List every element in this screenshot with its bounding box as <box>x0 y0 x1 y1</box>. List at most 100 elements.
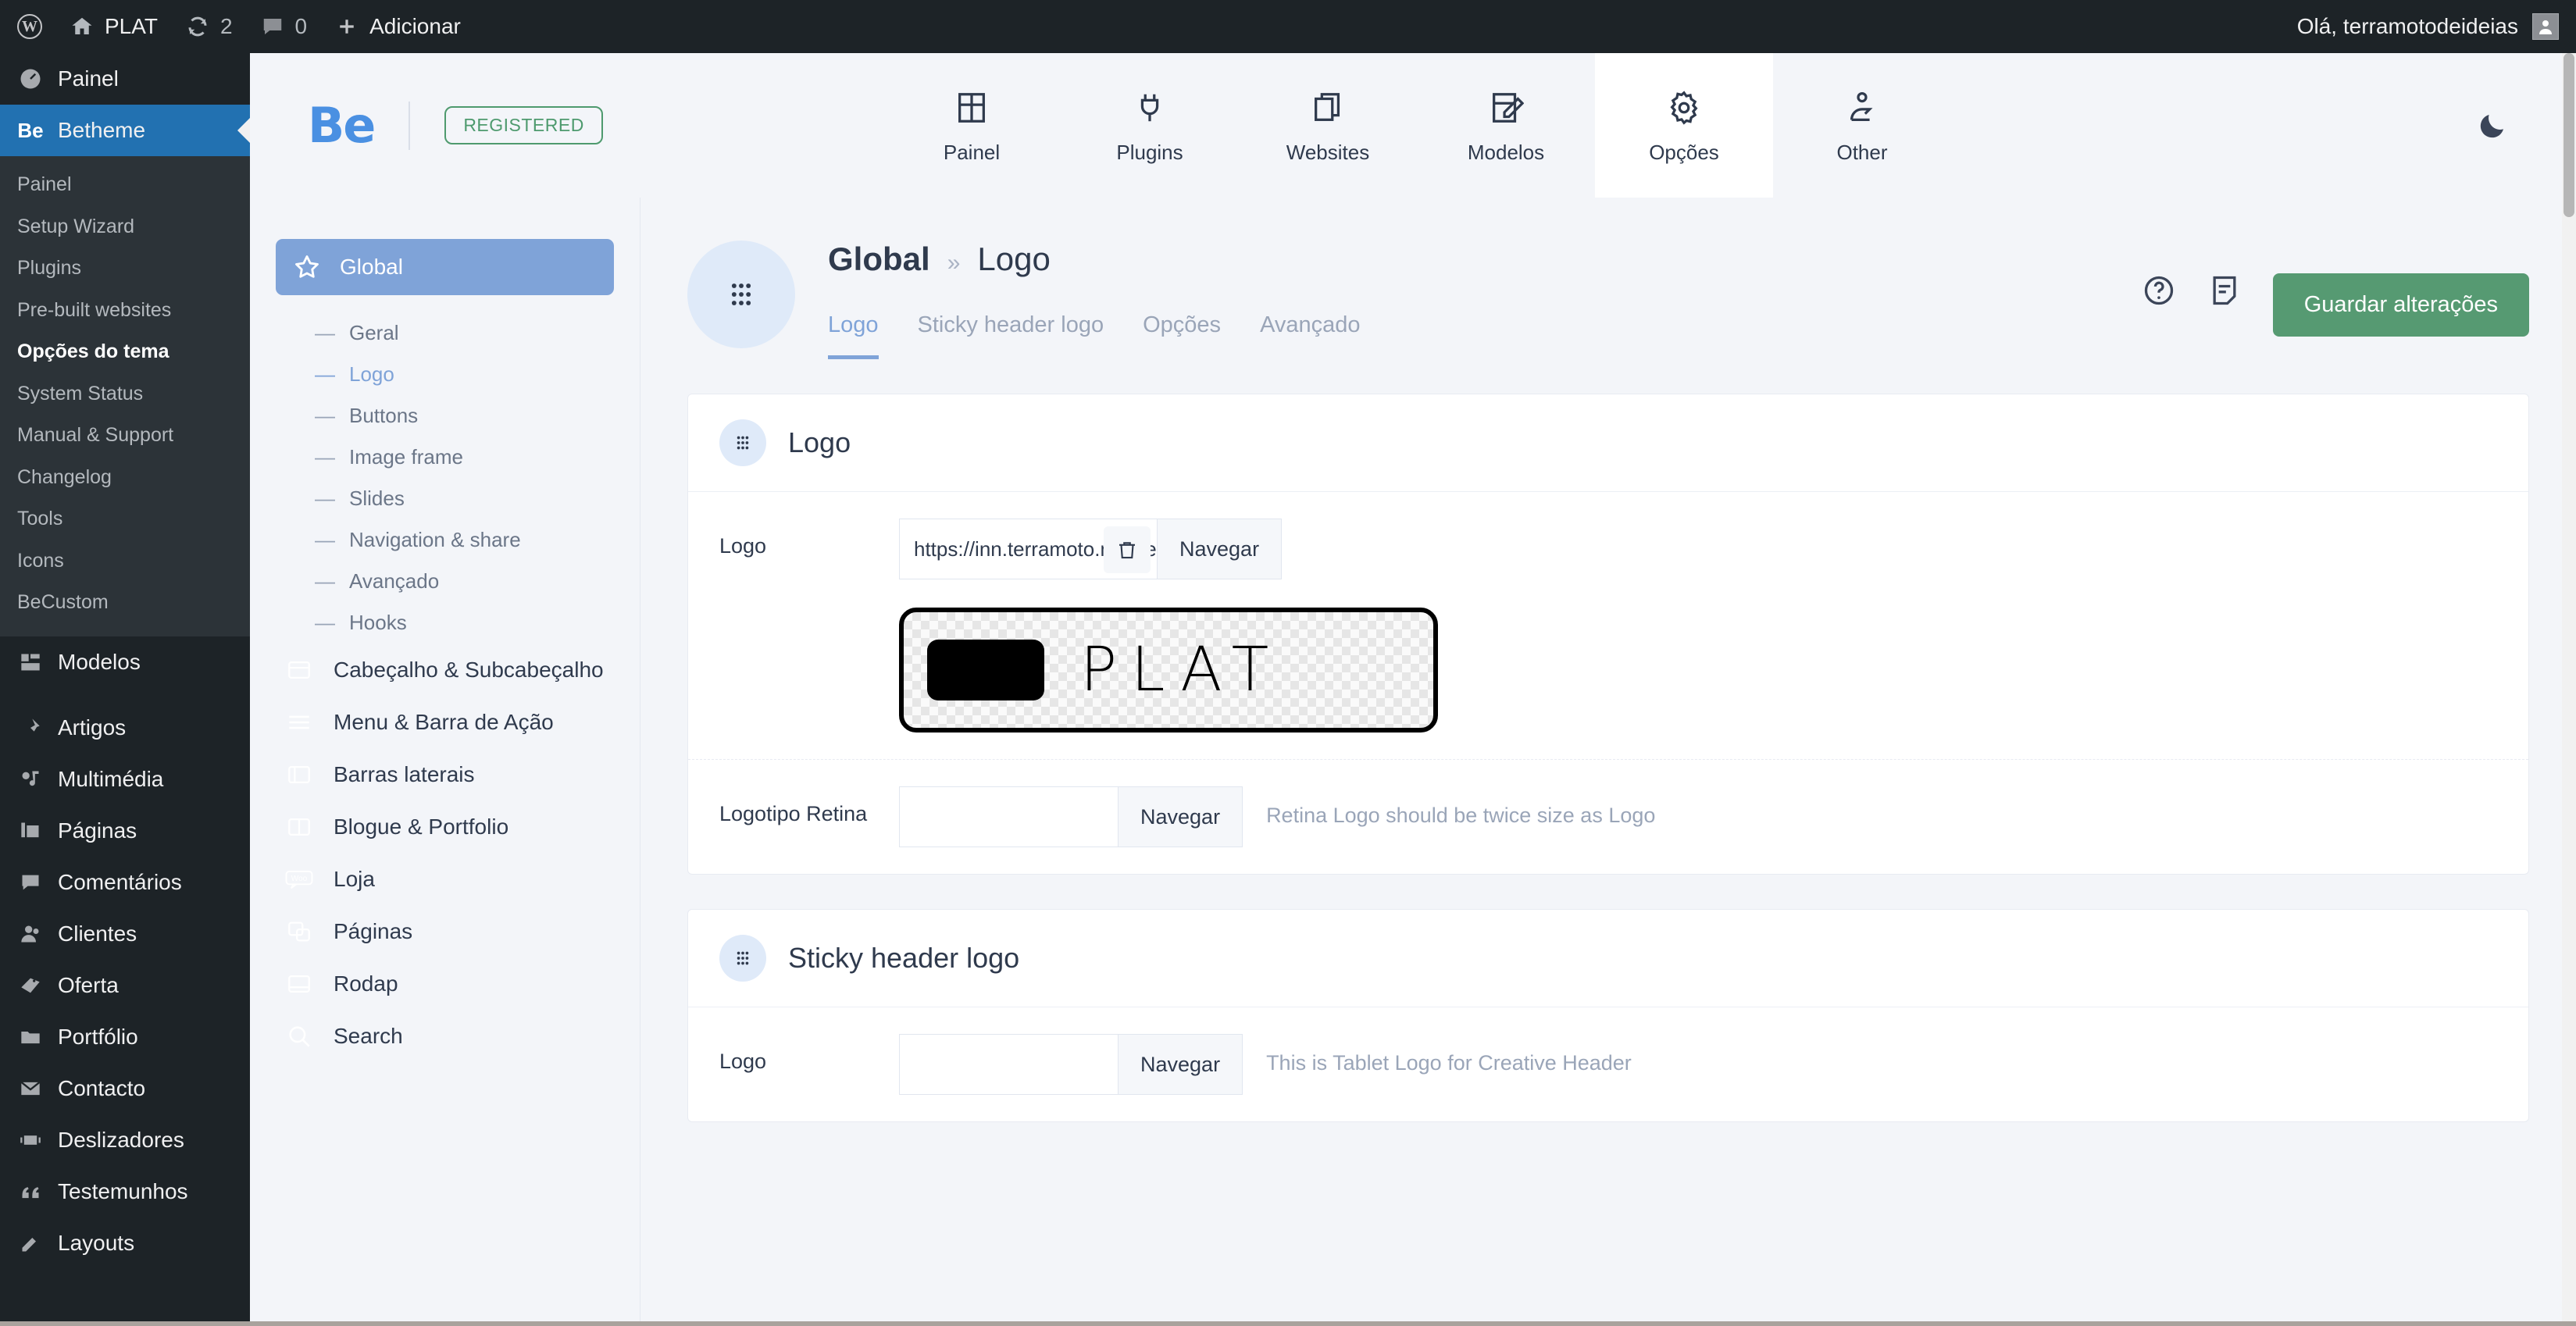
sidebar-item-painel[interactable]: Painel <box>0 53 250 105</box>
tab-painel[interactable]: Painel <box>883 53 1061 198</box>
betheme-submenu[interactable]: Painel Setup Wizard Plugins Pre-built we… <box>0 156 250 636</box>
drag-dots-icon[interactable] <box>719 935 766 982</box>
options-subitem-image-frame[interactable]: — Image frame <box>276 437 614 478</box>
submenu-item-icons[interactable]: Icons <box>0 540 250 583</box>
options-subitem-geral[interactable]: — Geral <box>276 312 614 354</box>
note-icon[interactable] <box>2207 273 2242 308</box>
template-edit-icon <box>1488 86 1524 130</box>
sidebar-item-multimedia[interactable]: Multimédia <box>0 754 250 805</box>
breadcrumb-root[interactable]: Global <box>828 241 930 278</box>
sidebar-item-artigos[interactable]: Artigos <box>0 702 250 754</box>
sidebar-item-contacto[interactable]: Contacto <box>0 1063 250 1114</box>
tab-modelos[interactable]: Modelos <box>1417 53 1595 198</box>
options-group-search[interactable]: Search <box>276 1010 614 1062</box>
sidebar-item-layouts[interactable]: Layouts <box>0 1217 250 1269</box>
tab-plugins[interactable]: Plugins <box>1061 53 1239 198</box>
page-tab-opcoes[interactable]: Opções <box>1143 312 1221 359</box>
card-title: Logo <box>788 426 851 458</box>
dash-icon: — <box>315 611 335 634</box>
save-button[interactable]: Guardar alterações <box>2272 273 2529 337</box>
scrollbar-thumb[interactable] <box>2564 53 2574 217</box>
sticky-logo-browse-button[interactable]: Navegar <box>1118 1034 1243 1095</box>
options-subitem-hooks[interactable]: — Hooks <box>276 602 614 643</box>
sticky-logo-field[interactable]: Navegar <box>899 1034 1243 1095</box>
site-name-button[interactable]: PLAT <box>56 0 172 53</box>
options-group-loja[interactable]: Woo Loja <box>276 853 614 905</box>
page-tab-logo[interactable]: Logo <box>828 312 879 359</box>
tab-label: Modelos <box>1467 141 1545 164</box>
tab-websites[interactable]: Websites <box>1239 53 1417 198</box>
submenu-item-plugins[interactable]: Plugins <box>0 248 250 290</box>
page-tab-sticky-header-logo[interactable]: Sticky header logo <box>918 312 1104 359</box>
sidebar-item-paginas[interactable]: Páginas <box>0 805 250 857</box>
sidebar-item-deslizadores[interactable]: Deslizadores <box>0 1114 250 1166</box>
sidebar-item-label: Betheme <box>58 118 146 142</box>
options-group-label: Páginas <box>334 919 413 943</box>
options-group-menu-barra[interactable]: Menu & Barra de Ação <box>276 696 614 748</box>
sidebar-item-portfolio[interactable]: Portfólio <box>0 1011 250 1063</box>
options-subitem-navigation-share[interactable]: — Navigation & share <box>276 519 614 561</box>
field-column: https://inn.terramoto.marketi Navegar PL… <box>899 519 1438 733</box>
wordpress-logo-icon: W <box>17 14 42 39</box>
wp-admin-sidebar[interactable]: Painel Be Betheme Painel Setup Wizard Pl… <box>0 53 250 1326</box>
options-group-barras-laterais[interactable]: Barras laterais <box>276 748 614 800</box>
logo-url-field[interactable]: https://inn.terramoto.marketi Navegar <box>899 519 1438 579</box>
logo-url-input[interactable]: https://inn.terramoto.marketi <box>899 519 1157 579</box>
updates-count: 2 <box>219 14 233 38</box>
field-row-sticky-logo: Logo Navegar This is Tablet Logo for Cre… <box>688 1007 2528 1121</box>
app-screen: W PLAT 2 0 Adicionar Olá, terramotodeide… <box>0 0 2576 1326</box>
new-content-button[interactable]: Adicionar <box>321 0 475 53</box>
sidebar-item-clientes[interactable]: Clientes <box>0 908 250 960</box>
page-scrollbar[interactable] <box>2562 53 2576 1326</box>
tab-other[interactable]: Other <box>1773 53 1951 198</box>
comments-button[interactable]: 0 <box>247 0 322 53</box>
submenu-item-tools[interactable]: Tools <box>0 498 250 540</box>
tab-opcoes[interactable]: Opções <box>1595 53 1773 198</box>
new-content-label: Adicionar <box>369 14 461 38</box>
sidebar-item-comentarios[interactable]: Comentários <box>0 857 250 908</box>
drag-dots-icon[interactable] <box>719 419 766 466</box>
options-group-rodape[interactable]: Rodap <box>276 957 614 1010</box>
options-group-global[interactable]: Global <box>276 239 614 295</box>
submenu-item-changelog[interactable]: Changelog <box>0 457 250 499</box>
sidebar-item-modelos[interactable]: Modelos <box>0 636 250 688</box>
options-group-blogue-portfolio[interactable]: Blogue & Portfolio <box>276 800 614 853</box>
submenu-item-prebuilt-websites[interactable]: Pre-built websites <box>0 290 250 332</box>
retina-logo-browse-button[interactable]: Navegar <box>1118 786 1243 847</box>
submenu-item-painel[interactable]: Painel <box>0 164 250 206</box>
field-row-logo: Logo https://inn.terramoto.marketi Naveg… <box>688 492 2528 759</box>
sticky-logo-input[interactable] <box>899 1034 1118 1095</box>
updates-button[interactable]: 2 <box>172 0 247 53</box>
submenu-item-manual-support[interactable]: Manual & Support <box>0 415 250 457</box>
submenu-item-setup-wizard[interactable]: Setup Wizard <box>0 206 250 248</box>
tag-icon <box>17 972 44 999</box>
moon-icon[interactable] <box>2476 109 2509 142</box>
options-subitem-logo[interactable]: — Logo <box>276 354 614 395</box>
submenu-item-becustom[interactable]: BeCustom <box>0 582 250 624</box>
submenu-item-system-status[interactable]: System Status <box>0 373 250 415</box>
sidebar-item-betheme[interactable]: Be Betheme <box>0 105 250 156</box>
wp-logo-button[interactable]: W <box>0 0 56 53</box>
woo-icon: Woo <box>284 866 315 893</box>
page-tabs[interactable]: Logo Sticky header logo Opções Avançado <box>828 312 2142 359</box>
options-subitem-avancado[interactable]: — Avançado <box>276 561 614 602</box>
sidebar-item-oferta[interactable]: Oferta <box>0 960 250 1011</box>
options-group-cabecalho[interactable]: Cabeçalho & Subcabeçalho <box>276 643 614 696</box>
account-menu[interactable]: Olá, terramotodeideias <box>2297 13 2576 40</box>
trash-icon[interactable] <box>1104 526 1151 573</box>
page-tab-avancado[interactable]: Avançado <box>1260 312 1360 359</box>
options-sidebar[interactable]: Global — Geral — Logo — Buttons — Image … <box>250 198 640 1326</box>
sidebar-item-testemunhos[interactable]: Testemunhos <box>0 1166 250 1217</box>
options-group-paginas[interactable]: Páginas <box>276 905 614 957</box>
options-subitem-slides[interactable]: — Slides <box>276 478 614 519</box>
logo-browse-button[interactable]: Navegar <box>1157 519 1283 579</box>
submenu-item-opcoes-do-tema[interactable]: Opções do tema <box>0 331 250 373</box>
retina-logo-field[interactable]: Navegar <box>899 786 1243 847</box>
options-subitem-buttons[interactable]: — Buttons <box>276 395 614 437</box>
pencil-icon <box>17 1230 44 1256</box>
site-name-label: PLAT <box>105 14 158 38</box>
retina-logo-input[interactable] <box>899 786 1118 847</box>
update-icon <box>186 15 209 38</box>
help-circle-icon[interactable] <box>2142 273 2176 308</box>
betheme-tabs[interactable]: Painel Plugins Websites Modelos Opções O… <box>883 53 1951 198</box>
